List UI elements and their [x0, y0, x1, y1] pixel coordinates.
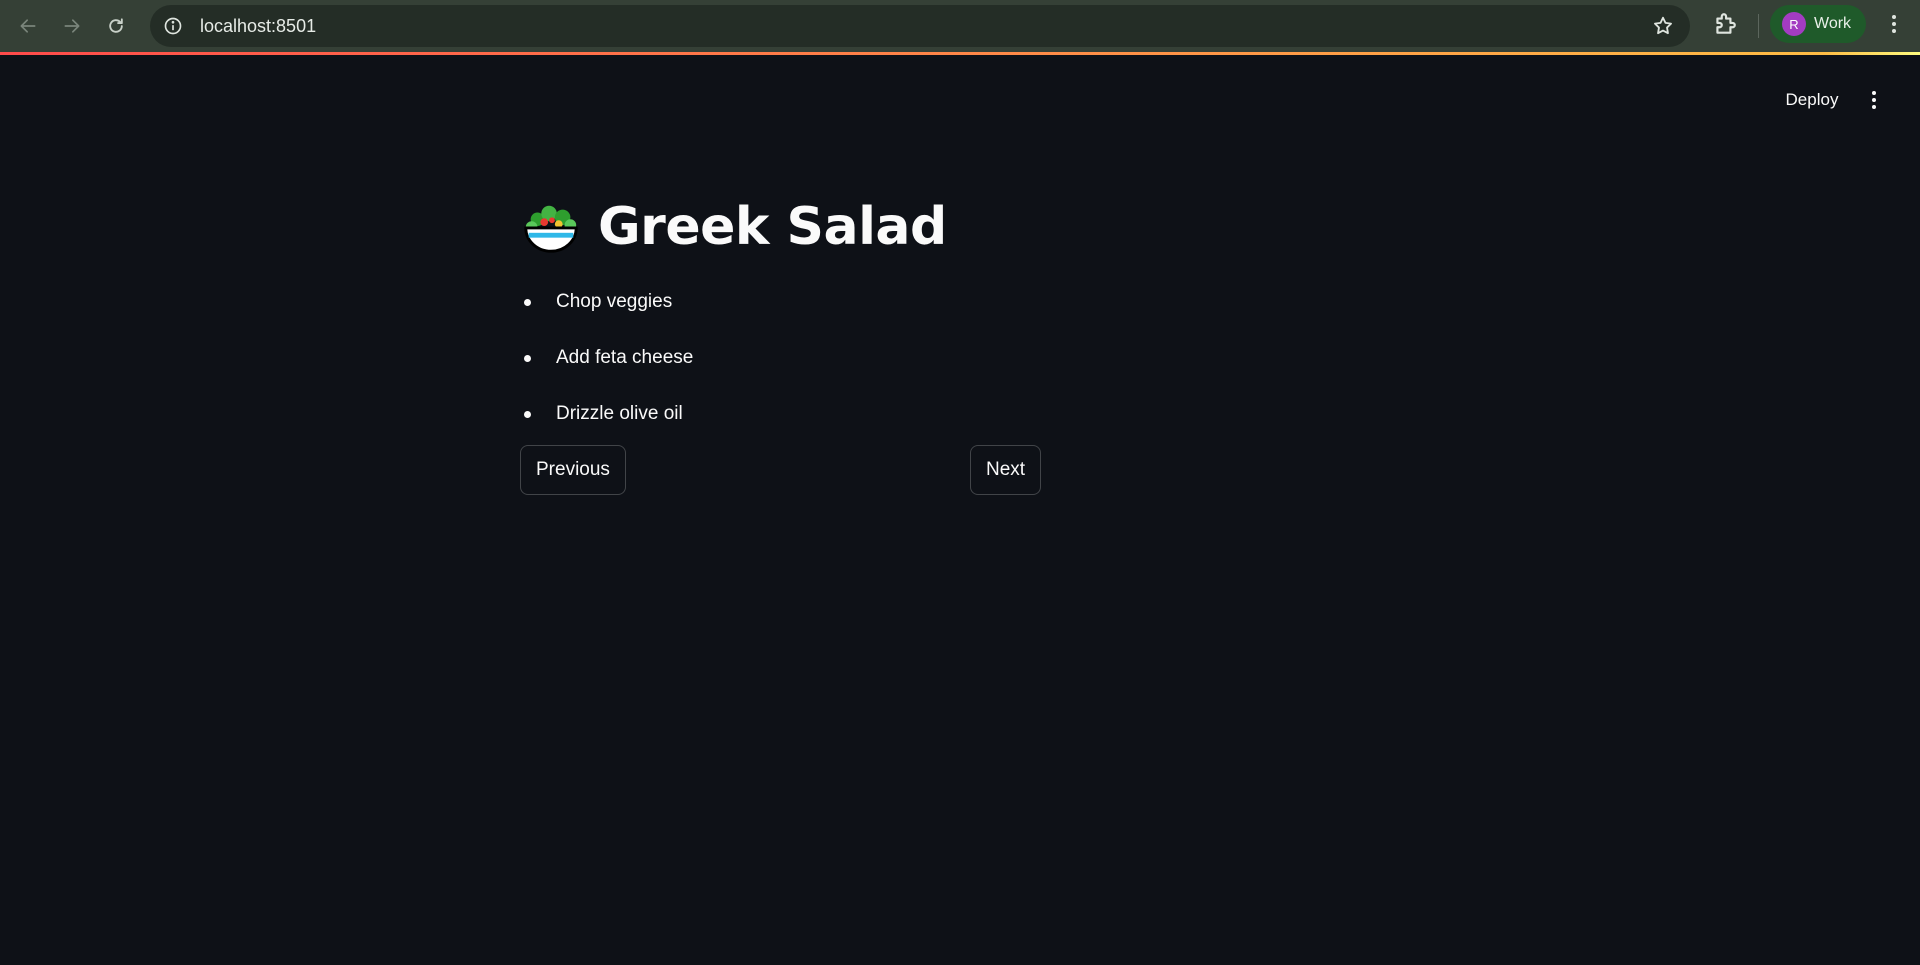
- toolbar-divider: [1758, 14, 1759, 38]
- page-title: Greek Salad: [598, 197, 947, 257]
- list-item: Chop veggies: [520, 274, 1040, 330]
- url-text[interactable]: localhost:8501: [200, 16, 316, 37]
- address-bar[interactable]: localhost:8501: [150, 5, 1690, 47]
- next-button[interactable]: Next: [970, 445, 1042, 495]
- previous-button[interactable]: Previous: [520, 445, 626, 495]
- app-decoration-bar: [0, 52, 1920, 55]
- list-item: Drizzle olive oil: [520, 386, 1040, 442]
- deploy-button[interactable]: Deploy: [1770, 84, 1854, 116]
- profile-name: Work: [1814, 15, 1852, 32]
- forward-icon[interactable]: [50, 4, 94, 48]
- avatar: R: [1782, 12, 1806, 36]
- profile-button[interactable]: R Work: [1770, 5, 1866, 43]
- navigation-buttons: Previous Next: [520, 445, 1042, 497]
- recipe-steps-list: Chop veggies Add feta cheese Drizzle oli…: [520, 274, 1040, 442]
- back-icon[interactable]: [6, 4, 50, 48]
- reload-icon[interactable]: [94, 4, 138, 48]
- browser-toolbar: localhost:8501 R Work: [0, 0, 1920, 52]
- bookmark-star-icon[interactable]: [1652, 15, 1674, 37]
- main-content: Greek Salad Chop veggies Add feta cheese…: [520, 196, 1042, 497]
- title-row: Greek Salad: [520, 196, 1040, 258]
- site-info-icon[interactable]: [162, 15, 184, 37]
- browser-menu-icon[interactable]: [1880, 10, 1908, 38]
- extensions-puzzle-icon[interactable]: [1712, 11, 1738, 37]
- green-salad-icon: [524, 205, 578, 253]
- app-menu-icon[interactable]: [1858, 84, 1890, 116]
- list-item: Add feta cheese: [520, 330, 1040, 386]
